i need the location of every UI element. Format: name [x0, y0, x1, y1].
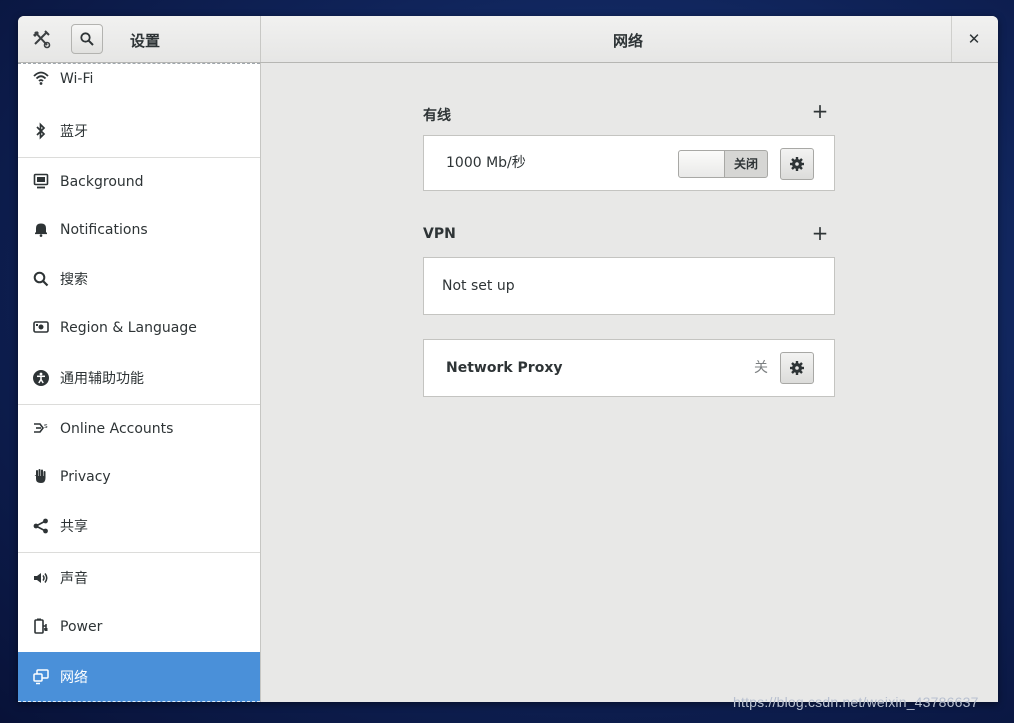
proxy-settings-button[interactable] — [780, 352, 814, 384]
header-bar: 设置 网络 ✕ — [18, 16, 998, 63]
wired-toggle-switch[interactable]: 关闭 — [678, 150, 768, 178]
toggle-knob — [679, 151, 725, 177]
sidebar-item-sound[interactable]: 声音 — [18, 555, 260, 603]
search-icon — [32, 270, 50, 288]
network-proxy-row[interactable]: Network Proxy 关 — [423, 339, 835, 397]
sidebar-item-label: Region & Language — [60, 320, 197, 336]
sidebar-item-label: Online Accounts — [60, 421, 174, 437]
sidebar-item-search[interactable]: 搜索 — [18, 256, 260, 304]
toggle-state-label: 关闭 — [733, 157, 758, 171]
wired-section-title: 有线 — [423, 108, 451, 124]
sidebar-item-label: 网络 — [60, 670, 88, 686]
gear-icon — [790, 157, 804, 171]
wired-speed-label: 1000 Mb/秒 — [446, 155, 526, 171]
wired-connection-row: 1000 Mb/秒 关闭 — [423, 135, 835, 191]
close-button[interactable]: ✕ — [964, 29, 984, 49]
bluetooth-icon — [32, 122, 50, 140]
sidebar-title: 设置 — [130, 32, 161, 50]
add-vpn-button[interactable]: + — [811, 223, 829, 243]
sidebar-item-wifi[interactable]: Wi-Fi — [18, 63, 260, 103]
vpn-row: Not set up — [423, 257, 835, 315]
power-icon — [32, 617, 50, 635]
search-icon — [80, 32, 94, 46]
sidebar-item-label: Background — [60, 174, 144, 190]
sidebar-item-label: Notifications — [60, 222, 148, 238]
sidebar-divider — [18, 552, 260, 553]
sidebar-item-sharing[interactable]: 共享 — [18, 503, 260, 551]
network-panel: 有线 + 1000 Mb/秒 关闭 VPN + Not set up Netwo… — [261, 63, 998, 702]
add-wired-button[interactable]: + — [811, 101, 829, 121]
svg-text:s: s — [44, 422, 48, 430]
page-title: 网络 — [612, 32, 643, 50]
sidebar-item-label: 共享 — [60, 519, 88, 535]
wired-settings-button[interactable] — [780, 148, 814, 180]
sidebar-header: 设置 — [18, 16, 261, 62]
sidebar-item-background[interactable]: Background — [18, 158, 260, 206]
online-accounts-icon: s — [32, 419, 50, 437]
search-button[interactable] — [71, 24, 103, 54]
sidebar: Wi-Fi 蓝牙 Background Notifications 搜索 Reg… — [18, 63, 261, 702]
settings-window: 设置 网络 ✕ Wi-Fi 蓝牙 Background Notification… — [18, 16, 998, 702]
wifi-icon — [32, 69, 50, 87]
sidebar-item-label: 通用辅助功能 — [60, 371, 144, 387]
sidebar-item-online-accounts[interactable]: s Online Accounts — [18, 405, 260, 453]
sidebar-item-power[interactable]: Power — [18, 603, 260, 651]
network-icon — [32, 668, 50, 686]
accessibility-icon — [32, 369, 50, 387]
sidebar-item-label: Wi-Fi — [60, 71, 94, 87]
sidebar-item-privacy[interactable]: Privacy — [18, 453, 260, 501]
header-separator — [951, 16, 952, 62]
sidebar-item-region-language[interactable]: Region & Language — [18, 304, 260, 352]
region-icon — [32, 318, 50, 336]
gear-icon — [790, 361, 804, 375]
sidebar-item-label: 蓝牙 — [60, 124, 88, 140]
sidebar-item-label: Privacy — [60, 469, 111, 485]
sidebar-scroll-edge — [18, 701, 260, 702]
share-icon — [32, 517, 50, 535]
vpn-status-label: Not set up — [442, 278, 515, 294]
background-icon — [32, 172, 50, 190]
sidebar-item-accessibility[interactable]: 通用辅助功能 — [18, 355, 260, 403]
tools-icon — [30, 28, 52, 50]
sidebar-item-label: 声音 — [60, 571, 88, 587]
bell-icon — [32, 220, 50, 238]
sidebar-item-network[interactable]: 网络 — [18, 652, 260, 702]
network-proxy-status: 关 — [754, 360, 768, 376]
speaker-icon — [32, 569, 50, 587]
network-proxy-label: Network Proxy — [446, 360, 563, 376]
sidebar-item-label: Power — [60, 619, 103, 635]
sidebar-item-bluetooth[interactable]: 蓝牙 — [18, 108, 260, 156]
sidebar-item-label: 搜索 — [60, 272, 88, 288]
hand-icon — [32, 467, 50, 485]
watermark-text: https://blog.csdn.net/weixin_43786637 — [733, 694, 979, 710]
vpn-section-title: VPN — [423, 226, 456, 242]
sidebar-item-notifications[interactable]: Notifications — [18, 206, 260, 254]
